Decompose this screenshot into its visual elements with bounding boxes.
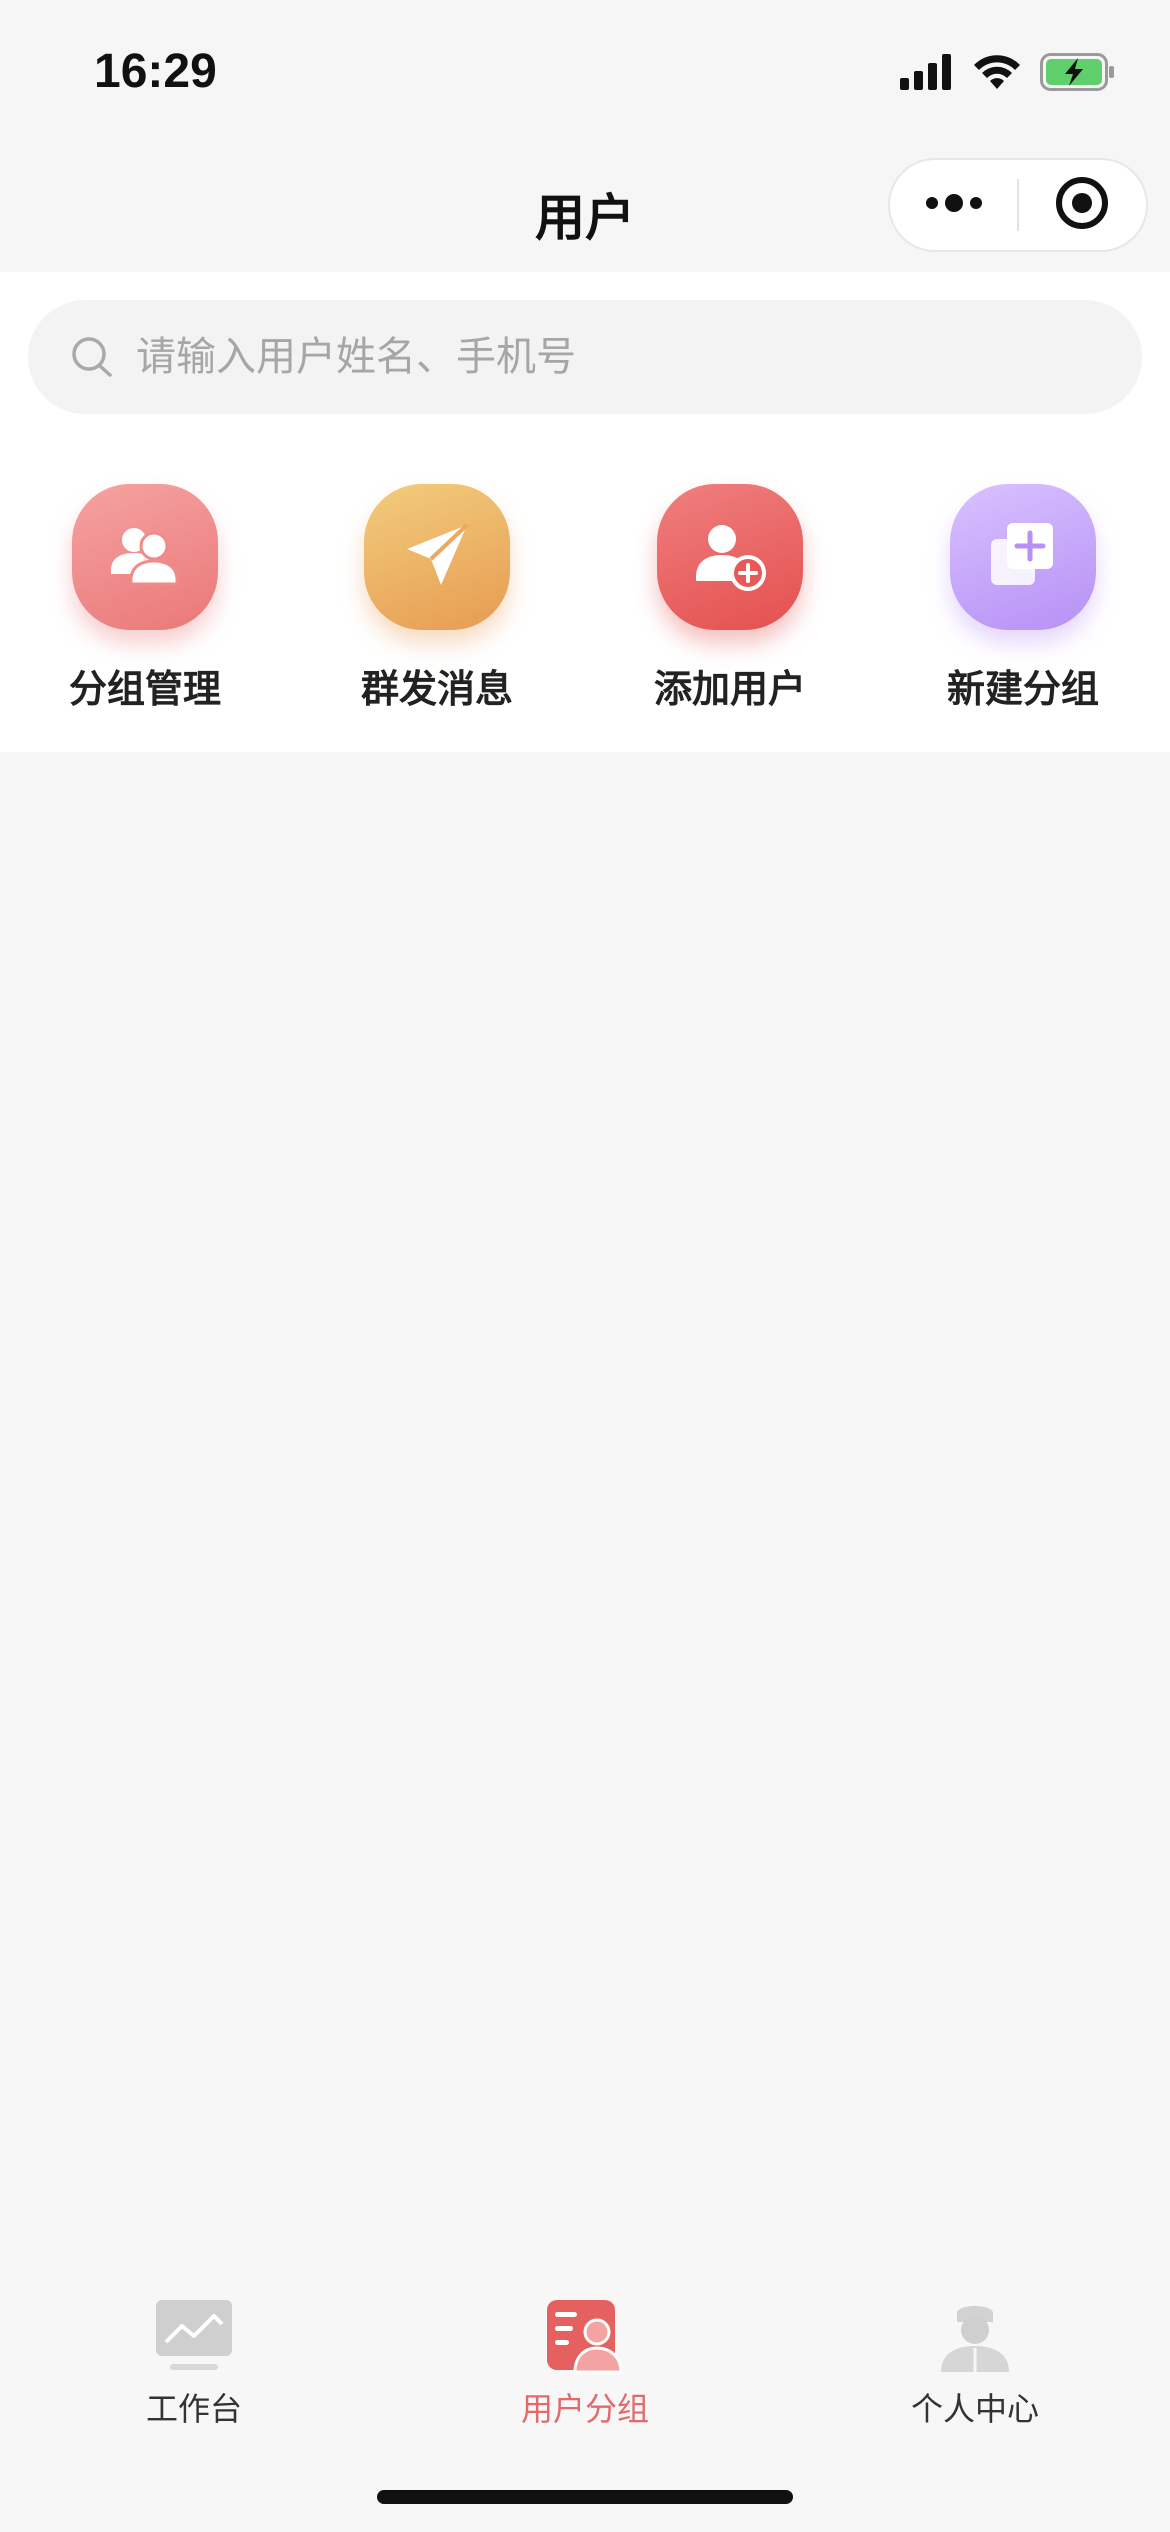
quick-action-label: 群发消息 — [360, 667, 513, 711]
search-icon — [70, 335, 114, 379]
doctor-profile-icon — [935, 2298, 1015, 2374]
home-indicator[interactable] — [377, 2490, 793, 2504]
close-target-icon — [1054, 175, 1110, 235]
quick-action-tile — [950, 484, 1096, 630]
tab-profile[interactable]: 个人中心 — [825, 2298, 1125, 2438]
quick-actions: 分组管理 群发消息 添加用户 新建分组 — [0, 484, 1170, 724]
status-time: 16:29 — [94, 45, 217, 98]
signal-icon — [900, 54, 954, 94]
status-icons — [900, 50, 1116, 98]
users-group-icon — [107, 522, 183, 592]
search-input[interactable] — [136, 334, 1036, 380]
quick-action-add-user[interactable]: 添加用户 — [610, 484, 850, 724]
quick-action-label: 新建分组 — [946, 667, 1099, 711]
send-plane-icon — [401, 519, 473, 595]
close-button[interactable] — [1019, 160, 1146, 250]
user-add-icon — [692, 519, 768, 595]
quick-action-group-manage[interactable]: 分组管理 — [25, 484, 265, 724]
workbench-monitor-icon — [154, 2298, 234, 2374]
battery-charging-icon — [1040, 53, 1116, 95]
quick-action-tile — [72, 484, 218, 630]
tab-label: 个人中心 — [910, 2390, 1039, 2428]
top-panel: 分组管理 群发消息 — [0, 272, 1170, 752]
quick-action-label: 添加用户 — [653, 667, 806, 711]
quick-action-tile — [364, 484, 510, 630]
quick-action-mass-message[interactable]: 群发消息 — [317, 484, 557, 724]
user-group-list-icon — [545, 2298, 625, 2374]
search-box[interactable] — [28, 300, 1142, 414]
mini-program-capsule — [888, 158, 1148, 252]
tab-label: 用户分组 — [520, 2390, 649, 2428]
new-group-icon — [987, 519, 1059, 595]
tab-user-groups[interactable]: 用户分组 — [435, 2298, 735, 2438]
tab-label: 工作台 — [145, 2390, 242, 2428]
nav-bar: 用户 — [0, 140, 1170, 272]
quick-action-tile — [657, 484, 803, 630]
more-dots-icon — [924, 193, 984, 217]
more-button[interactable] — [890, 160, 1017, 250]
status-bar: 16:29 — [0, 0, 1170, 140]
quick-action-new-group[interactable]: 新建分组 — [903, 484, 1143, 724]
quick-action-label: 分组管理 — [68, 667, 221, 711]
wifi-icon — [972, 53, 1022, 95]
tab-workbench[interactable]: 工作台 — [44, 2298, 344, 2438]
